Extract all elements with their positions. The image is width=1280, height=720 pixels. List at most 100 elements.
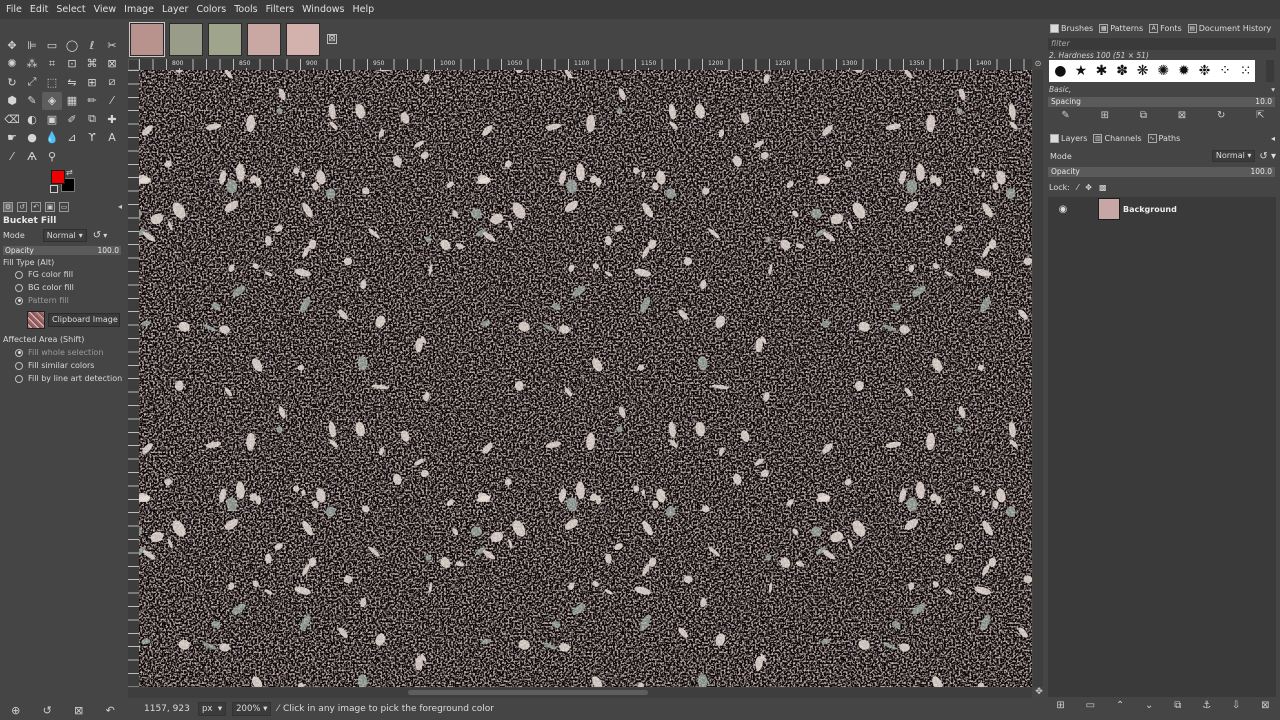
blur-sharpen-icon[interactable]: 💧 bbox=[42, 129, 62, 147]
image-tab-1[interactable] bbox=[129, 21, 165, 57]
tab-layers[interactable]: ▤ Layers bbox=[1050, 134, 1087, 143]
brush-grid-scrollbar[interactable] bbox=[1266, 60, 1274, 82]
image-tab-5[interactable] bbox=[286, 22, 320, 56]
mypaint-brush-icon[interactable]: ✐ bbox=[62, 110, 82, 128]
lower-layer-icon[interactable]: ⌄ bbox=[1145, 700, 1153, 716]
unit-select[interactable]: px ▾ bbox=[198, 701, 227, 716]
pattern-fill-radio[interactable] bbox=[15, 296, 23, 305]
tab-paths[interactable]: ∿ Paths bbox=[1147, 134, 1180, 143]
brush-preset-7[interactable]: ✹ bbox=[1175, 61, 1194, 81]
lock-pixels-icon[interactable]: ⁄ bbox=[1077, 183, 1078, 192]
anchor-layer-icon[interactable]: ⚓ bbox=[1202, 700, 1211, 716]
horizontal-scrollbar[interactable] bbox=[128, 688, 1032, 698]
crop-tool-icon[interactable]: ⌗ bbox=[42, 55, 62, 73]
vertical-scrollbar[interactable] bbox=[1033, 70, 1043, 687]
menu-colors[interactable]: Colors bbox=[192, 0, 230, 19]
pattern-thumbnail[interactable] bbox=[27, 311, 45, 329]
pencil-tool-icon[interactable]: ✏ bbox=[82, 92, 102, 110]
undo-history-tab-icon[interactable]: ↶ bbox=[31, 202, 41, 212]
paths-tool-icon[interactable]: ✎ bbox=[22, 92, 42, 110]
brush-preset-8[interactable]: ❉ bbox=[1195, 61, 1214, 81]
unified-transform-icon[interactable]: ⊡ bbox=[62, 55, 82, 73]
chevron-down-icon[interactable]: ▾ bbox=[1271, 85, 1275, 97]
brush-tag-field[interactable]: Basic, bbox=[1049, 85, 1071, 97]
menu-edit[interactable]: Edit bbox=[26, 0, 52, 19]
brush-preset-4[interactable]: ✽ bbox=[1113, 61, 1132, 81]
paint-select-icon[interactable]: ⬢ bbox=[2, 92, 22, 110]
scissors-select-icon[interactable]: ✂ bbox=[102, 36, 122, 54]
layer-thumbnail[interactable] bbox=[1098, 198, 1120, 220]
airbrush-tool-icon[interactable]: ◐ bbox=[22, 110, 42, 128]
perspective-tool-icon[interactable]: ⬚ bbox=[42, 73, 62, 91]
foreground-select-icon[interactable]: Ѧ bbox=[22, 148, 42, 166]
warp-paint-icon[interactable]: ϒ bbox=[82, 129, 102, 147]
mode-select[interactable]: Normal ▾ bbox=[42, 229, 87, 242]
eraser-tool-icon[interactable]: ⌫ bbox=[2, 110, 22, 128]
brush-preset-2[interactable]: ★ bbox=[1072, 61, 1091, 81]
fuzzy-select-icon[interactable]: ✺ bbox=[2, 55, 22, 73]
zoom-select[interactable]: 200% ▾ bbox=[232, 701, 272, 716]
brush-preset-3[interactable]: ✱ bbox=[1092, 61, 1111, 81]
brush-preset-10[interactable]: ⁙ bbox=[1236, 61, 1255, 81]
horizontal-scrollbar-thumb[interactable] bbox=[408, 690, 648, 695]
chevron-down-icon[interactable]: ▾ bbox=[103, 231, 107, 240]
menu-windows[interactable]: Windows bbox=[298, 0, 348, 19]
paintbrush-tool-icon[interactable]: ⁄ bbox=[102, 92, 122, 110]
eye-icon[interactable]: ◉ bbox=[1053, 204, 1073, 215]
brush-spacing-slider[interactable]: Spacing 10.0 bbox=[1048, 97, 1275, 107]
tab-document-history[interactable]: ▤ Document History bbox=[1187, 24, 1271, 33]
handle-transform-icon[interactable]: ⊞ bbox=[82, 73, 102, 91]
ink-tool-icon[interactable]: ▣ bbox=[42, 110, 62, 128]
move-tool-icon[interactable]: ✥ bbox=[2, 36, 22, 54]
reset-options-icon[interactable]: ↶ bbox=[106, 704, 115, 717]
align-tool-icon[interactable]: ⊫ bbox=[22, 36, 42, 54]
delete-preset-icon[interactable]: ⊠ bbox=[74, 704, 83, 717]
layer-row[interactable]: ◉ Background bbox=[1048, 197, 1276, 221]
layer-mode-select[interactable]: Normal ▾ bbox=[1211, 150, 1256, 162]
palettes-tab-icon[interactable]: ▭ bbox=[59, 202, 69, 212]
fg-fill-radio[interactable] bbox=[15, 270, 23, 279]
layer-opacity-slider[interactable]: Opacity 100.0 bbox=[1048, 167, 1275, 177]
flip-tool-icon[interactable]: ⇋ bbox=[62, 73, 82, 91]
refresh-brushes-icon[interactable]: ↻ bbox=[1217, 110, 1225, 124]
rect-select-icon[interactable]: ▭ bbox=[42, 36, 62, 54]
save-preset-icon[interactable]: ⊕ bbox=[11, 704, 20, 717]
delete-layer-icon[interactable]: ⊠ bbox=[1261, 700, 1269, 716]
fill-line-art-radio[interactable] bbox=[15, 374, 23, 383]
brush-preset-9[interactable]: ⁘ bbox=[1216, 61, 1235, 81]
open-brush-as-image-icon[interactable]: ⇱ bbox=[1256, 110, 1264, 124]
menu-image[interactable]: Image bbox=[120, 0, 158, 19]
image-tab-3[interactable] bbox=[208, 22, 242, 56]
brush-preset-5[interactable]: ❋ bbox=[1133, 61, 1152, 81]
foreground-color-swatch[interactable] bbox=[51, 170, 65, 184]
horizontal-ruler[interactable]: 800 850 900 950 1000 1050 1100 1150 1200 1250 1300… bbox=[139, 59, 1032, 70]
navigate-icon[interactable]: ✥ bbox=[1033, 687, 1045, 698]
close-tab-icon[interactable]: ⊠ bbox=[327, 34, 337, 44]
raise-layer-icon[interactable]: ⌃ bbox=[1116, 700, 1124, 716]
menu-select[interactable]: Select bbox=[52, 0, 89, 19]
device-status-tab-icon[interactable]: ↺ bbox=[17, 202, 27, 212]
image-canvas[interactable] bbox=[139, 70, 1032, 687]
tab-menu-icon[interactable]: ◂ bbox=[118, 202, 122, 211]
restore-preset-icon[interactable]: ↺ bbox=[43, 704, 52, 717]
ellipse-select-icon[interactable]: ◯ bbox=[62, 36, 82, 54]
fill-similar-colors-radio[interactable] bbox=[15, 361, 23, 370]
tab-brushes[interactable]: ● Brushes bbox=[1050, 24, 1093, 33]
new-layer-group-icon[interactable]: ▭ bbox=[1086, 700, 1095, 716]
menu-view[interactable]: View bbox=[90, 0, 121, 19]
bucket-fill-icon[interactable]: ◈ bbox=[42, 91, 62, 110]
tab-channels[interactable]: ▥ Channels bbox=[1093, 134, 1142, 143]
duplicate-brush-icon[interactable]: ⧉ bbox=[1140, 110, 1147, 124]
delete-brush-icon[interactable]: ⊠ bbox=[1178, 110, 1186, 124]
cage-transform-icon[interactable]: ⊠ bbox=[102, 55, 122, 73]
merge-layer-icon[interactable]: ⇩ bbox=[1232, 700, 1240, 716]
brush-preset-6[interactable]: ✺ bbox=[1154, 61, 1173, 81]
shear-tool-icon[interactable]: ⧄ bbox=[102, 73, 122, 91]
rotate-tool-icon[interactable]: ↻ bbox=[2, 73, 22, 91]
menu-layer[interactable]: Layer bbox=[158, 0, 193, 19]
tab-menu-icon[interactable]: ◂ bbox=[1271, 134, 1275, 143]
pattern-name-field[interactable]: Clipboard Image bbox=[48, 313, 120, 327]
free-select-icon[interactable]: ℓ bbox=[82, 36, 102, 54]
edit-brush-icon[interactable]: ✎ bbox=[1061, 110, 1069, 124]
scale-tool-icon[interactable]: ⤢ bbox=[22, 73, 42, 91]
